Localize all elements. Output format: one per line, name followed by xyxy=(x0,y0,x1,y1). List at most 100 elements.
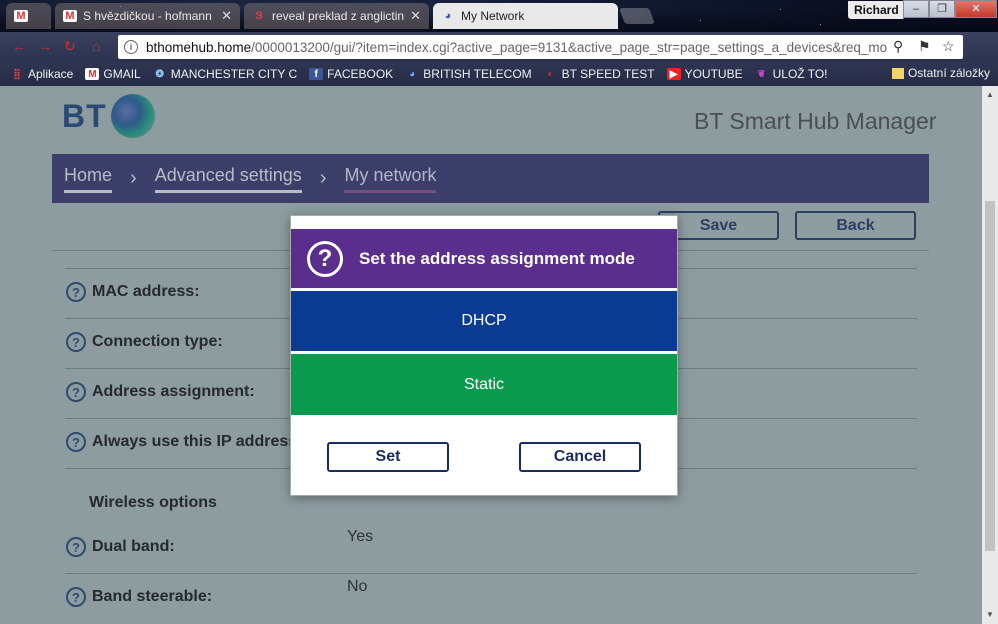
page-scrollbar[interactable]: ▲ ▼ xyxy=(982,86,998,624)
home-icon[interactable]: ⌂ xyxy=(92,38,100,54)
bookmark-youtube[interactable]: ▶ YOUTUBE xyxy=(666,67,743,81)
question-icon: ? xyxy=(307,240,343,277)
row-mac-address: ? MAC address: xyxy=(66,282,200,302)
help-icon[interactable]: ? xyxy=(66,432,86,452)
help-icon[interactable]: ? xyxy=(66,587,86,607)
gmail-icon: M xyxy=(85,68,100,80)
bookmark-bt-speed-test[interactable]: ◐ BT SPEED TEST xyxy=(544,67,655,81)
club-crest-icon: ❂ xyxy=(155,68,164,80)
uloz-to-icon: ❦ xyxy=(757,68,766,80)
bookmark-label: Ostatní záložky xyxy=(907,66,990,80)
folder-icon xyxy=(891,67,904,79)
info-icon[interactable]: i xyxy=(124,40,138,54)
bookmark-star-icon[interactable]: ☆ xyxy=(942,38,955,55)
bookmark-label: ULOŽ TO! xyxy=(772,67,828,81)
set-button[interactable]: Set xyxy=(327,442,449,472)
breadcrumb-advanced-settings[interactable]: Advanced settings xyxy=(154,165,302,193)
bookmark-manchester-city[interactable]: ❂ MANCHESTER CITY C xyxy=(153,67,298,81)
extension-icon[interactable]: ⚑ xyxy=(918,38,931,55)
dialog-header: ? Set the address assignment mode xyxy=(291,229,677,288)
speedtest-icon: ◐ xyxy=(547,68,554,80)
bookmark-facebook[interactable]: f FACEBOOK xyxy=(309,67,393,81)
youtube-icon: ▶ xyxy=(666,68,681,80)
logo-text: BT xyxy=(62,97,107,134)
row-label: Band steerable: xyxy=(92,588,213,605)
bookmark-label: MANCHESTER CITY C xyxy=(170,67,298,81)
bookmark-label: GMAIL xyxy=(103,67,141,81)
scroll-up-icon[interactable]: ▲ xyxy=(986,90,994,99)
gmail-icon: M xyxy=(63,10,77,22)
option-static[interactable]: Static xyxy=(291,354,677,415)
gmail-icon: M xyxy=(14,10,28,22)
bt-logo: BT xyxy=(62,94,155,138)
tab-title: reveal preklad z anglictin xyxy=(272,9,405,23)
minimize-button[interactable]: – xyxy=(903,0,929,18)
bookmark-label: BT SPEED TEST xyxy=(561,67,655,81)
row-label: Always use this IP address: xyxy=(92,433,303,450)
cancel-button[interactable]: Cancel xyxy=(519,442,641,472)
breadcrumb-my-network[interactable]: My network xyxy=(344,165,437,193)
bt-globe-icon xyxy=(110,94,155,138)
row-value: Yes xyxy=(347,528,374,545)
back-arrow-icon[interactable]: ← xyxy=(12,38,26,54)
help-icon[interactable]: ? xyxy=(66,537,86,557)
tab-translate[interactable]: S reveal preklad z anglictin ✕ xyxy=(244,3,429,29)
tab-my-network[interactable]: ◕ My Network xyxy=(433,3,618,29)
bookmark-label: FACEBOOK xyxy=(327,67,394,81)
close-window-button[interactable]: ✕ xyxy=(955,0,997,18)
scroll-down-icon[interactable]: ▼ xyxy=(986,610,994,619)
close-tab-icon[interactable]: ✕ xyxy=(410,8,421,24)
bookmark-uloz-to[interactable]: ❦ ULOŽ TO! xyxy=(755,67,828,81)
bookmark-label: Aplikace xyxy=(28,67,74,81)
bookmark-british-telecom[interactable]: ◕ BRITISH TELECOM xyxy=(405,67,532,81)
bt-globe-icon: ◕ xyxy=(409,68,416,80)
bookmark-gmail[interactable]: M GMAIL xyxy=(85,67,141,81)
facebook-icon: f xyxy=(309,68,324,80)
row-always-use-ip: ? Always use this IP address: xyxy=(66,432,302,452)
help-icon[interactable]: ? xyxy=(66,282,86,302)
chevron-right-icon: › xyxy=(319,167,327,189)
seznam-icon: S xyxy=(255,10,263,22)
row-label: MAC address: xyxy=(92,283,200,300)
forward-arrow-icon[interactable]: → xyxy=(38,38,52,54)
bt-globe-icon: ◕ xyxy=(444,10,452,22)
reload-icon[interactable]: ↻ xyxy=(64,38,76,55)
row-dual-band: ? Dual band: xyxy=(66,537,175,557)
help-icon[interactable]: ? xyxy=(66,332,86,352)
row-value: No xyxy=(347,578,368,595)
tab-title: S hvězdičkou - hofmann xyxy=(83,9,212,23)
scroll-thumb[interactable] xyxy=(985,201,995,551)
tab-title: My Network xyxy=(461,9,525,23)
row-label: Connection type: xyxy=(92,333,223,350)
section-heading: Wireless options xyxy=(89,494,217,511)
bookmark-apps[interactable]: ⣿ Aplikace xyxy=(10,67,73,81)
bookmark-label: YOUTUBE xyxy=(684,67,743,81)
chevron-right-icon: › xyxy=(130,167,137,189)
breadcrumb-home[interactable]: Home xyxy=(64,165,113,193)
breadcrumb: Home › Advanced settings › My network xyxy=(52,154,929,203)
new-tab-button[interactable] xyxy=(619,8,655,24)
page-title: BT Smart Hub Manager xyxy=(694,108,937,134)
tab-gmail[interactable]: M xyxy=(6,3,51,29)
zoom-icon[interactable]: ⚲ xyxy=(893,38,903,55)
address-bar[interactable]: i bthomehub.home/0000013200/gui/?item=in… xyxy=(118,35,963,59)
bookmark-label: BRITISH TELECOM xyxy=(423,67,532,81)
url-path: /0000013200/gui/?item=index.cgi?active_p… xyxy=(251,39,888,55)
bookmark-other[interactable]: Ostatní záložky xyxy=(891,66,990,80)
back-button[interactable]: Back xyxy=(795,211,916,240)
bookmarks-bar: ⣿ Aplikace M GMAIL ❂ MANCHESTER CITY C f… xyxy=(0,62,998,86)
profile-name[interactable]: Richard xyxy=(848,1,905,19)
maximize-button[interactable]: ❐ xyxy=(929,0,955,18)
row-label: Dual band: xyxy=(92,538,175,555)
url-host: bthomehub.home xyxy=(146,39,252,55)
dialog-title: Set the address assignment mode xyxy=(359,248,635,268)
row-band-steerable: ? Band steerable: xyxy=(66,587,212,607)
tab-gmail-starred[interactable]: M S hvězdičkou - hofmann ✕ xyxy=(55,3,240,29)
option-dhcp[interactable]: DHCP xyxy=(291,291,677,351)
apps-grid-icon: ⣿ xyxy=(13,68,21,80)
browser-tabstrip: M M S hvězdičkou - hofmann ✕ S reveal pr… xyxy=(0,0,998,32)
help-icon[interactable]: ? xyxy=(66,382,86,402)
close-tab-icon[interactable]: ✕ xyxy=(221,8,232,24)
row-address-assignment: ? Address assignment: xyxy=(66,382,255,402)
divider xyxy=(65,573,917,574)
